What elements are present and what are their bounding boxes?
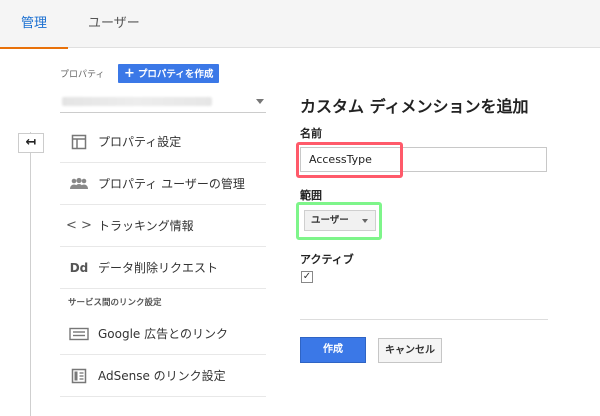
tab-users[interactable]: ユーザー bbox=[88, 0, 140, 48]
menu-item-label: AdSense のリンク設定 bbox=[98, 369, 226, 383]
column-divider bbox=[30, 132, 31, 416]
divider bbox=[300, 319, 548, 320]
check-icon: ✓ bbox=[302, 271, 312, 282]
property-menu: プロパティ設定 プロパティ ユーザーの管理 < > トラッキング情報 Dd デー… bbox=[60, 121, 266, 397]
plus-icon: + bbox=[124, 66, 135, 81]
menu-item-user-management[interactable]: プロパティ ユーザーの管理 bbox=[60, 163, 266, 205]
menu-item-adsense-linking[interactable]: AdSense のリンク設定 bbox=[60, 355, 266, 397]
menu-item-label: Google 広告とのリンク bbox=[98, 327, 229, 341]
adsense-icon bbox=[60, 368, 98, 384]
back-arrow-button[interactable]: ↤ bbox=[18, 133, 44, 153]
create-property-label: プロパティを作成 bbox=[137, 69, 214, 80]
chevron-down-icon bbox=[256, 99, 264, 104]
tab-admin[interactable]: 管理 bbox=[0, 0, 68, 49]
green-highlight-annotation bbox=[296, 202, 382, 240]
google-ads-icon bbox=[60, 327, 98, 341]
menu-item-google-ads-linking[interactable]: Google 広告とのリンク bbox=[60, 313, 266, 355]
active-label: アクティブ bbox=[300, 253, 354, 266]
name-label: 名前 bbox=[300, 127, 322, 140]
property-column: プロパティ + プロパティを作成 ↤ プロパティ設定 プロパティ ユーザーの管理 … bbox=[0, 49, 272, 416]
redacted-property-name bbox=[62, 97, 212, 106]
arrow-left-icon: ↤ bbox=[25, 135, 37, 150]
create-button[interactable]: 作成 bbox=[300, 337, 366, 363]
red-highlight-annotation bbox=[296, 142, 403, 178]
active-checkbox[interactable]: ✓ bbox=[301, 271, 313, 283]
property-label: プロパティ bbox=[60, 70, 105, 80]
menu-item-data-deletion[interactable]: Dd データ削除リクエスト bbox=[60, 247, 266, 289]
menu-item-label: トラッキング情報 bbox=[98, 219, 194, 233]
create-property-button[interactable]: + プロパティを作成 bbox=[118, 64, 220, 83]
people-icon bbox=[60, 177, 98, 191]
menu-item-tracking-info[interactable]: < > トラッキング情報 bbox=[60, 205, 266, 247]
cancel-button[interactable]: キャンセル bbox=[378, 338, 442, 363]
menu-item-label: プロパティ ユーザーの管理 bbox=[98, 177, 245, 191]
menu-item-property-settings[interactable]: プロパティ設定 bbox=[60, 121, 266, 163]
top-tab-bar: 管理 ユーザー bbox=[0, 0, 600, 49]
code-icon: < > bbox=[66, 218, 92, 233]
page-title: カスタム ディメンションを追加 bbox=[300, 97, 529, 116]
property-selector[interactable] bbox=[60, 93, 266, 113]
dd-icon: Dd bbox=[69, 260, 89, 275]
custom-dimension-form: カスタム ディメンションを追加 名前 範囲 ユーザー アクティブ ✓ 作成 キャ… bbox=[296, 49, 600, 416]
section-title-product-linking: サービス間のリンク設定 bbox=[68, 298, 162, 308]
menu-item-label: プロパティ設定 bbox=[98, 135, 182, 149]
property-settings-icon bbox=[60, 134, 98, 150]
scope-label: 範囲 bbox=[300, 189, 322, 202]
menu-item-label: データ削除リクエスト bbox=[98, 261, 219, 275]
